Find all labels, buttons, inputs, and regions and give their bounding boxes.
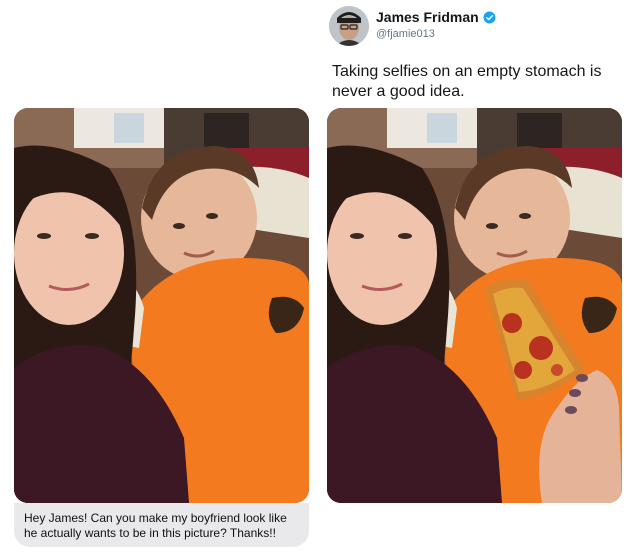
tweet-text: Taking selfies on an empty stomach is ne… [332, 63, 602, 100]
author-handle[interactable]: @fjamie013 [376, 28, 435, 40]
avatar[interactable] [329, 6, 369, 46]
request-message: Hey James! Can you make my boyfriend loo… [14, 503, 309, 547]
edited-photo-image [327, 108, 622, 503]
author-name[interactable]: James Fridman [376, 9, 496, 25]
author-name-text[interactable]: James Fridman [376, 9, 479, 25]
verified-badge-icon [483, 11, 496, 23]
original-photo[interactable] [14, 108, 309, 503]
original-photo-image [14, 108, 309, 503]
edited-photo[interactable] [327, 108, 622, 503]
